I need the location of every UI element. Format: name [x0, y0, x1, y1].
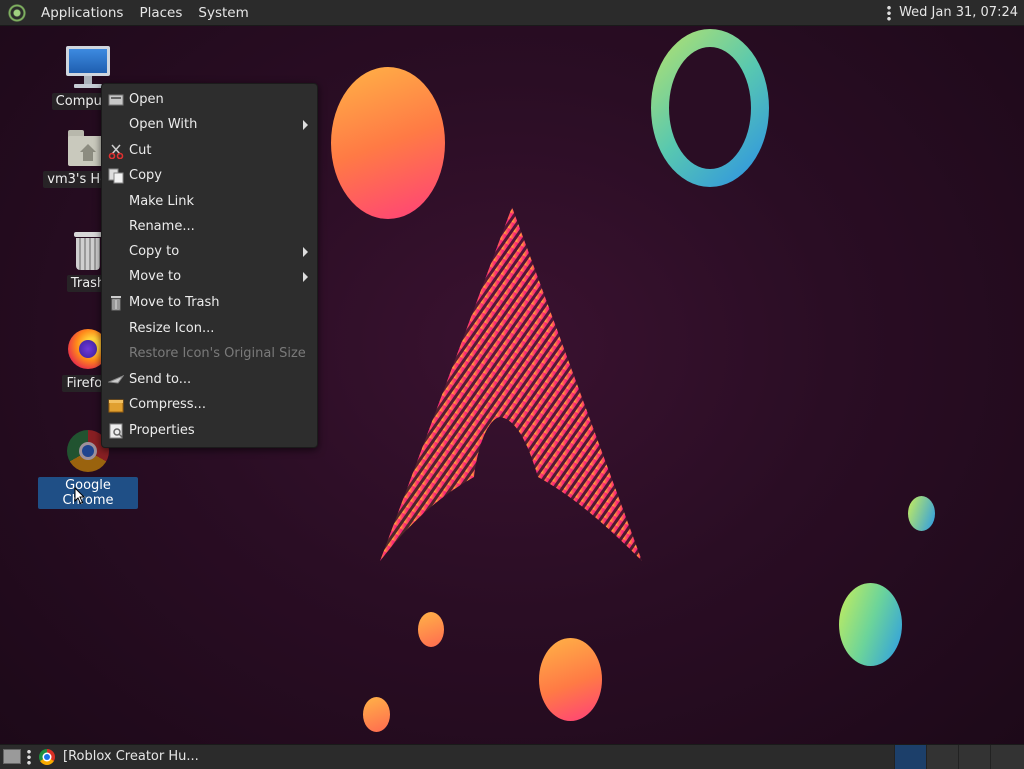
- wallpaper-ring: [651, 29, 769, 187]
- submenu-arrow-icon: [303, 272, 308, 282]
- applications-menu[interactable]: Applications: [33, 5, 131, 21]
- chrome-icon: [39, 749, 55, 765]
- scissors-icon: [108, 143, 124, 160]
- wallpaper-bubble: [331, 67, 445, 219]
- mouse-cursor-icon: [74, 487, 86, 505]
- menu-item-copy[interactable]: Copy: [102, 164, 317, 188]
- menu-item-properties[interactable]: Properties: [102, 419, 317, 443]
- open-icon: [108, 92, 124, 108]
- copy-icon: [108, 168, 124, 184]
- workspace-2[interactable]: [926, 745, 958, 769]
- wallpaper-bubble: [839, 583, 902, 666]
- menu-item-send-to[interactable]: Send to...: [102, 368, 317, 392]
- menu-item-resize-icon[interactable]: Resize Icon...: [102, 317, 317, 341]
- taskbar-item-label: [Roblox Creator Hu...: [63, 749, 199, 764]
- workspace-4[interactable]: [990, 745, 1024, 769]
- menu-item-restore-icon-size[interactable]: Restore Icon's Original Size: [102, 342, 317, 366]
- arch-logo-icon: [380, 207, 642, 561]
- properties-icon: [108, 423, 124, 439]
- send-icon: [107, 372, 125, 388]
- menu-item-open-with[interactable]: Open With: [102, 113, 317, 137]
- panel-handle-icon[interactable]: [27, 749, 31, 765]
- wallpaper-bubble: [363, 697, 390, 732]
- places-menu[interactable]: Places: [131, 5, 190, 21]
- workspace-3[interactable]: [958, 745, 990, 769]
- context-menu: Open Open With Cut Copy Make Link Rename…: [101, 83, 318, 448]
- menu-item-make-link[interactable]: Make Link: [102, 190, 317, 214]
- menu-item-rename[interactable]: Rename...: [102, 215, 317, 239]
- workspace-1[interactable]: [894, 745, 926, 769]
- trash-icon: [71, 230, 105, 272]
- wallpaper-bubble: [908, 496, 935, 531]
- top-panel: Applications Places System Wed Jan 31, 0…: [0, 0, 1024, 26]
- archive-icon: [108, 397, 124, 413]
- submenu-arrow-icon: [303, 247, 308, 257]
- menu-item-open[interactable]: Open: [102, 88, 317, 112]
- system-menu[interactable]: System: [190, 5, 256, 21]
- clock[interactable]: Wed Jan 31, 07:24: [899, 5, 1018, 20]
- wallpaper-bubble: [418, 612, 444, 647]
- menu-item-copy-to[interactable]: Copy to: [102, 240, 317, 264]
- menu-item-move-to-trash[interactable]: Move to Trash: [102, 291, 317, 315]
- menu-item-cut[interactable]: Cut: [102, 139, 317, 163]
- wallpaper-bubble: [539, 638, 602, 721]
- bottom-panel: [Roblox Creator Hu...: [0, 744, 1024, 769]
- panel-handle-icon[interactable]: [887, 4, 892, 21]
- menu-item-move-to[interactable]: Move to: [102, 265, 317, 289]
- desktop-icon-label: Google Chrome: [38, 477, 138, 509]
- show-desktop-icon[interactable]: [3, 749, 21, 764]
- distro-logo-icon[interactable]: [7, 2, 27, 23]
- menu-item-compress[interactable]: Compress...: [102, 393, 317, 417]
- trash-icon: [108, 295, 124, 311]
- submenu-arrow-icon: [303, 120, 308, 130]
